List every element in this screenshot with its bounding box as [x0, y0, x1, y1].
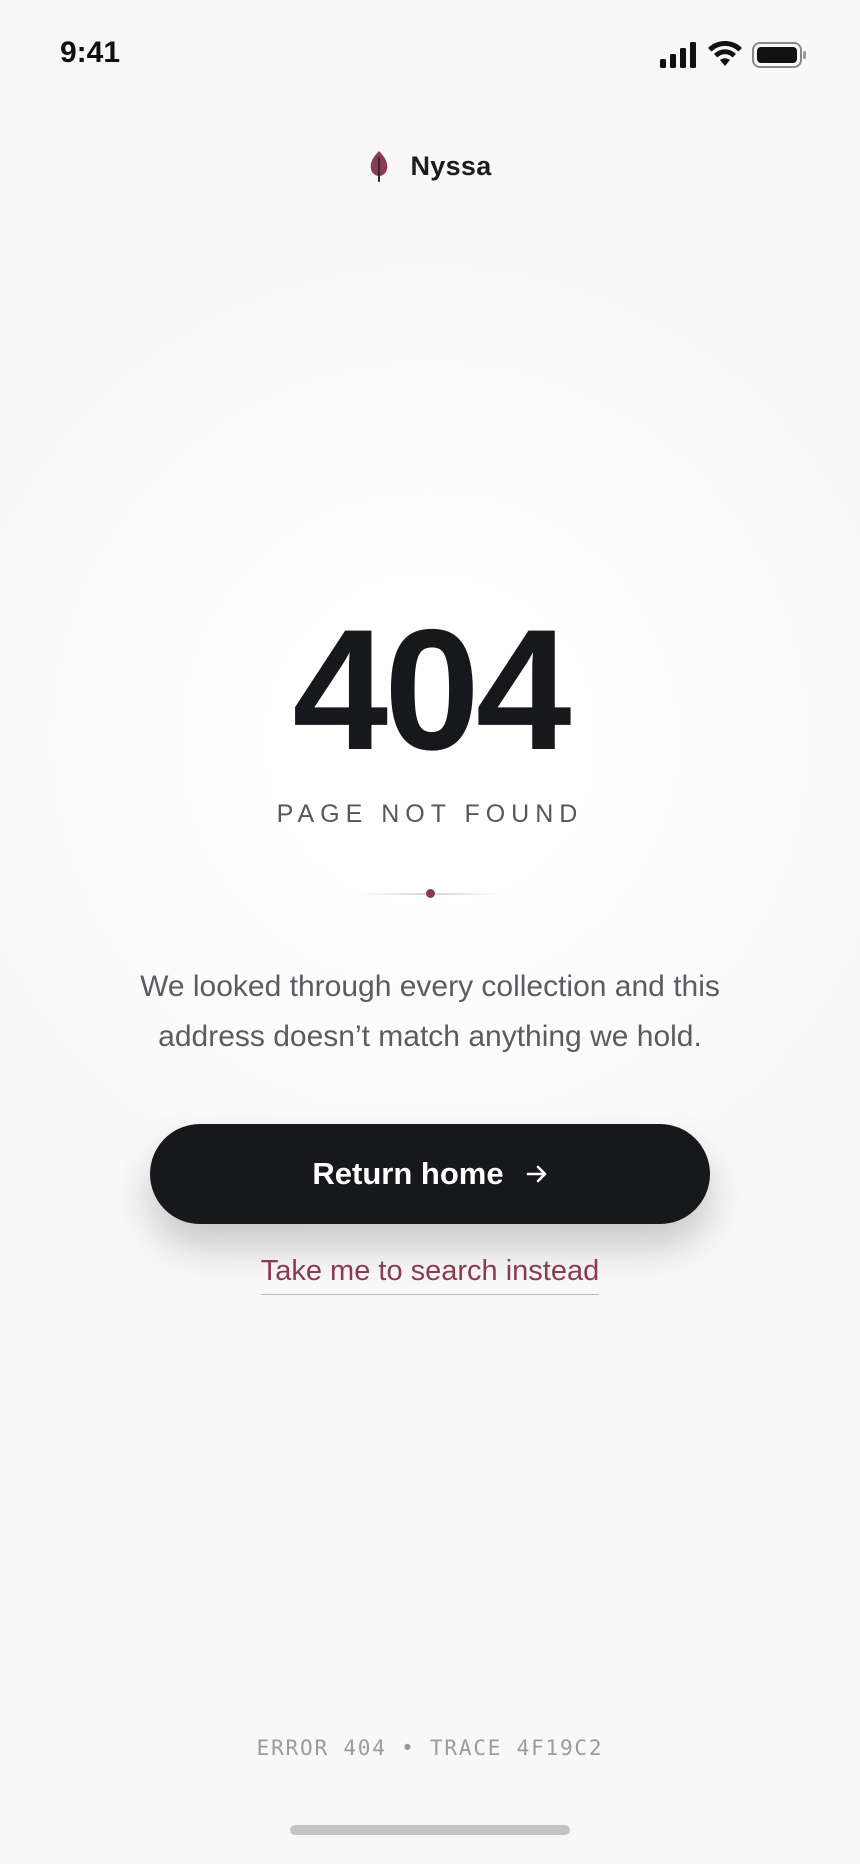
battery-icon: [752, 42, 806, 68]
status-bar: 9:41: [0, 0, 860, 110]
error-code: 404: [292, 594, 572, 786]
error-screen: 9:41 Nyssa 404 PAGE NOT FOUND We looked …: [0, 0, 860, 1864]
divider-dot: [426, 889, 435, 898]
error-description: We looked through every collection and t…: [140, 970, 720, 1053]
signal-icon: [660, 42, 696, 68]
leaf-icon: [371, 151, 388, 182]
error-subtitle: PAGE NOT FOUND: [276, 800, 584, 828]
wifi-icon: [708, 40, 742, 66]
brand-name: Nyssa: [410, 150, 492, 181]
status-time: 9:41: [60, 36, 121, 69]
brand-header: Nyssa: [0, 150, 860, 182]
status-icons: [608, 40, 808, 70]
error-trace: ERROR 404 • TRACE 4F19C2: [256, 1736, 604, 1760]
search-instead-link[interactable]: Take me to search instead: [260, 1255, 600, 1295]
home-indicator[interactable]: [290, 1825, 570, 1835]
return-home-button[interactable]: Return home: [150, 1124, 710, 1224]
search-link-container: Take me to search instead: [0, 1255, 860, 1295]
arrow-right-icon: [526, 1165, 546, 1183]
return-home-label: Return home: [312, 1156, 504, 1191]
